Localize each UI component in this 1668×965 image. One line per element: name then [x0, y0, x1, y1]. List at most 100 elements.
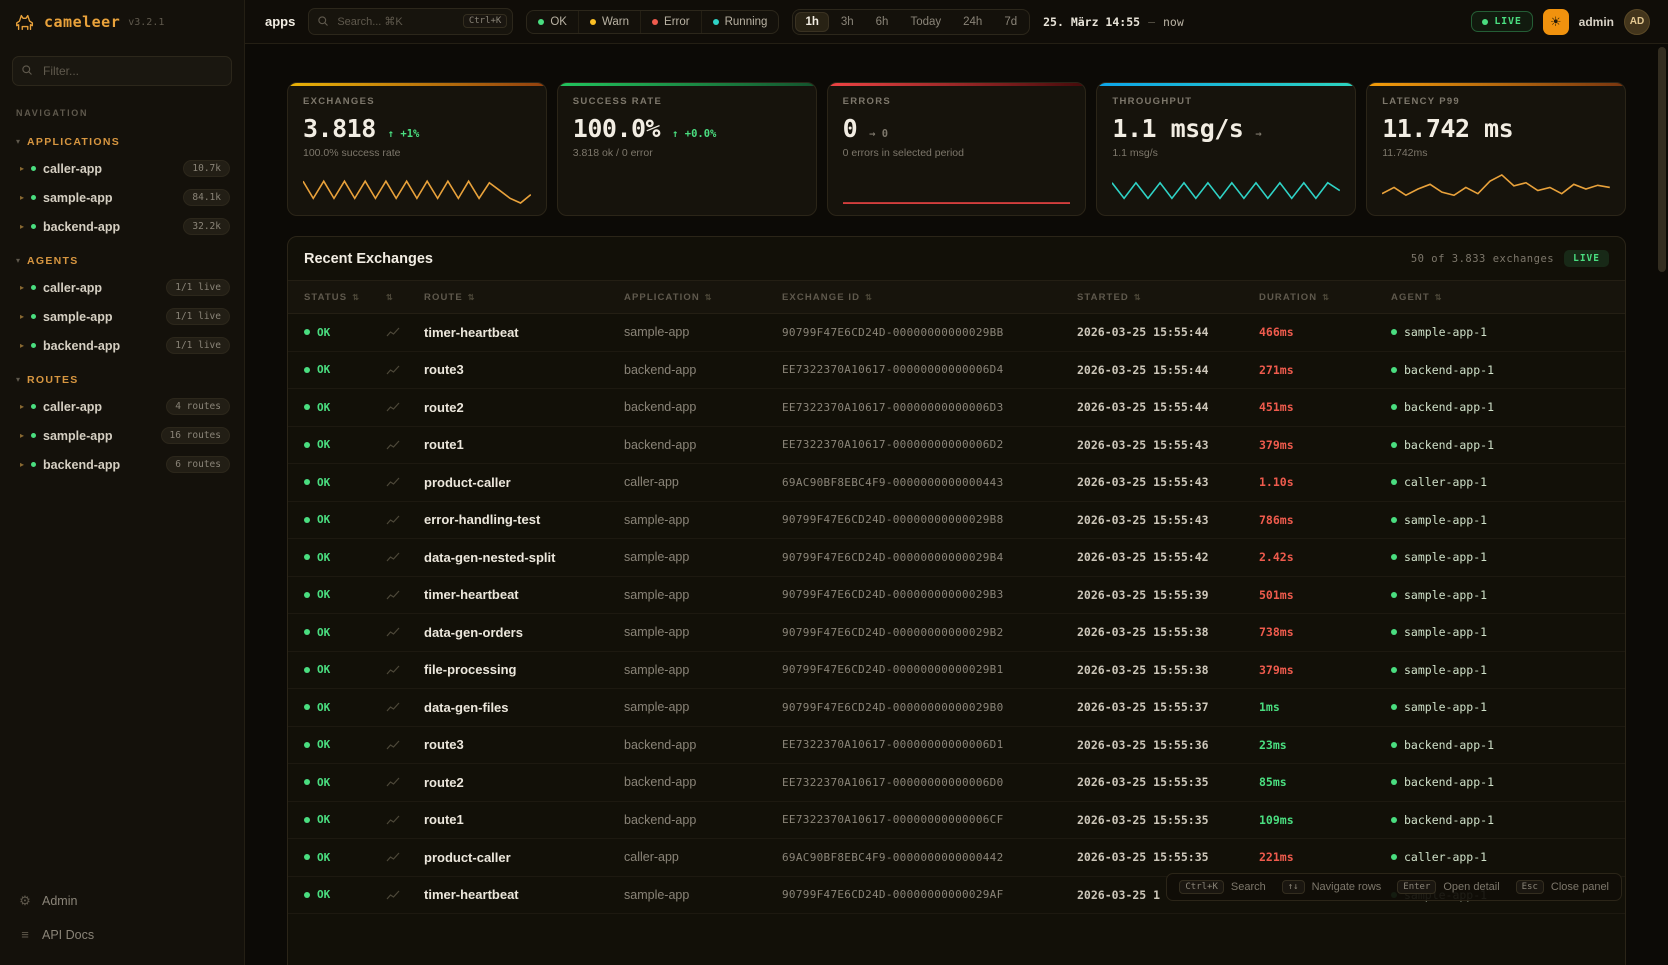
sparkline-chart — [1382, 171, 1610, 207]
status-filter-error[interactable]: Error — [641, 11, 702, 33]
range-button-today[interactable]: Today — [900, 12, 951, 32]
agent-cell: caller-app-1 — [1391, 850, 1609, 864]
sidebar-item-routes-caller-app[interactable]: ▸caller-app4 routes — [0, 392, 244, 421]
table-row[interactable]: OKroute1backend-appEE7322370A10617-00000… — [288, 802, 1625, 840]
trend-cell — [386, 514, 424, 526]
stat-title: EXCHANGES — [303, 96, 531, 107]
date-range[interactable]: 25. März 14:55 — now — [1043, 15, 1184, 29]
hint-key: Esc — [1516, 880, 1544, 894]
stat-value-row: 3.818↑ +1% — [303, 114, 531, 143]
column-header-route[interactable]: ROUTE⇅ — [424, 292, 624, 303]
sidebar-item-label: backend-app — [43, 220, 120, 234]
sidebar-item-api-docs[interactable]: ≡ API Docs — [0, 918, 244, 951]
application-cell: sample-app — [624, 700, 782, 714]
sidebar-filter-input[interactable] — [12, 56, 232, 86]
range-button-6h[interactable]: 6h — [866, 12, 899, 32]
scrollbar-track[interactable] — [1658, 45, 1666, 965]
sidebar-item-agents-sample-app[interactable]: ▸sample-app1/1 live — [0, 302, 244, 331]
trend-icon — [386, 889, 400, 901]
table-row[interactable]: OKroute2backend-appEE7322370A10617-00000… — [288, 389, 1625, 427]
table-row[interactable]: OKtimer-heartbeatsample-app90799F47E6CD2… — [288, 314, 1625, 352]
status-filter-warn[interactable]: Warn — [579, 11, 641, 33]
status-dot-icon — [590, 19, 596, 25]
trend-cell — [386, 364, 424, 376]
scrollbar-thumb[interactable] — [1658, 47, 1666, 272]
camel-logo-icon — [14, 11, 36, 33]
column-header-application[interactable]: APPLICATION⇅ — [624, 292, 782, 303]
trend-icon — [386, 851, 400, 863]
table-row[interactable]: OKroute2backend-appEE7322370A10617-00000… — [288, 764, 1625, 802]
exchange-id-cell: EE7322370A10617-00000000000006D2 — [782, 438, 1077, 451]
sun-icon: ☀ — [1550, 14, 1562, 30]
table-row[interactable]: OKroute3backend-appEE7322370A10617-00000… — [288, 727, 1625, 765]
stat-card-latency-p99: LATENCY P9911.742 ms11.742ms — [1366, 82, 1626, 216]
stat-card-errors: ERRORS0→ 00 errors in selected period — [827, 82, 1087, 216]
started-cell: 2026-03-25 15:55:38 — [1077, 625, 1259, 639]
exchange-id-cell: EE7322370A10617-00000000000006D1 — [782, 738, 1077, 751]
avatar[interactable]: AD — [1624, 9, 1650, 35]
table-row[interactable]: OKdata-gen-nested-splitsample-app90799F4… — [288, 539, 1625, 577]
date-now: now — [1163, 15, 1184, 29]
sidebar-item-label: caller-app — [43, 162, 102, 176]
column-header-duration[interactable]: DURATION ⇅ — [1259, 292, 1391, 303]
sidebar-item-agents-caller-app[interactable]: ▸caller-app1/1 live — [0, 273, 244, 302]
trend-cell — [386, 814, 424, 826]
status-dot-icon — [1391, 442, 1397, 448]
status-filter-running[interactable]: Running — [702, 11, 779, 33]
trend-cell — [386, 476, 424, 488]
hint-key: ↑↓ — [1282, 880, 1305, 894]
topbar-right: LIVE ☀ admin AD — [1471, 9, 1650, 35]
agent-label: backend-app-1 — [1404, 813, 1494, 827]
table-row[interactable]: OKroute3backend-appEE7322370A10617-00000… — [288, 352, 1625, 390]
column-header-exchange-id[interactable]: EXCHANGE ID⇅ — [782, 292, 1077, 303]
sort-icon: ⇅ — [1322, 293, 1330, 302]
nav-section-header-agents[interactable]: ▾AGENTS — [0, 249, 244, 273]
route-cell: route1 — [424, 437, 624, 452]
sidebar-item-routes-backend-app[interactable]: ▸backend-app6 routes — [0, 450, 244, 479]
column-header-started[interactable]: STARTED⇅ — [1077, 292, 1259, 303]
table-row[interactable]: OKerror-handling-testsample-app90799F47E… — [288, 502, 1625, 540]
table-row[interactable]: OKproduct-callercaller-app69AC90BF8EBC4F… — [288, 464, 1625, 502]
column-header-trend[interactable]: ⇅ — [386, 293, 424, 302]
table-row[interactable]: OKproduct-callercaller-app69AC90BF8EBC4F… — [288, 839, 1625, 877]
nav-section-applications: ▾APPLICATIONS▸caller-app10.7k▸sample-app… — [0, 130, 244, 241]
range-button-7d[interactable]: 7d — [994, 12, 1027, 32]
table-row[interactable]: OKdata-gen-filessample-app90799F47E6CD24… — [288, 689, 1625, 727]
range-button-3h[interactable]: 3h — [831, 12, 864, 32]
started-cell: 2026-03-25 15:55:44 — [1077, 325, 1259, 339]
agent-label: sample-app-1 — [1404, 700, 1487, 714]
started-cell: 2026-03-25 15:55:36 — [1077, 738, 1259, 752]
sidebar-item-agents-backend-app[interactable]: ▸backend-app1/1 live — [0, 331, 244, 360]
status-cell: OK — [304, 588, 386, 601]
theme-toggle-button[interactable]: ☀ — [1543, 9, 1569, 35]
sidebar-item-applications-caller-app[interactable]: ▸caller-app10.7k — [0, 154, 244, 183]
range-button-1h[interactable]: 1h — [795, 12, 828, 32]
hint-key: Enter — [1397, 880, 1436, 894]
sidebar-item-badge: 1/1 live — [166, 308, 230, 325]
sidebar-item-applications-sample-app[interactable]: ▸sample-app84.1k — [0, 183, 244, 212]
column-header-status[interactable]: STATUS⇅ — [304, 292, 386, 303]
status-label: OK — [317, 663, 330, 676]
chevron-right-icon: ▸ — [20, 194, 24, 202]
trend-cell — [386, 626, 424, 638]
table-row[interactable]: OKroute1backend-appEE7322370A10617-00000… — [288, 427, 1625, 465]
agent-cell: backend-app-1 — [1391, 400, 1609, 414]
column-header-agent[interactable]: AGENT⇅ — [1391, 292, 1609, 303]
sidebar-item-routes-sample-app[interactable]: ▸sample-app16 routes — [0, 421, 244, 450]
status-label: OK — [317, 701, 330, 714]
sidebar-item-applications-backend-app[interactable]: ▸backend-app32.2k — [0, 212, 244, 241]
stat-value: 11.742 ms — [1382, 114, 1513, 143]
nav-section-header-applications[interactable]: ▾APPLICATIONS — [0, 130, 244, 154]
table-row[interactable]: OKdata-gen-orderssample-app90799F47E6CD2… — [288, 614, 1625, 652]
status-filter-ok[interactable]: OK — [527, 11, 579, 33]
stat-title: SUCCESS RATE — [573, 96, 801, 107]
live-toggle[interactable]: LIVE — [1471, 11, 1532, 32]
column-label: DURATION — [1259, 292, 1317, 303]
nav-section-header-routes[interactable]: ▾ROUTES — [0, 368, 244, 392]
range-button-24h[interactable]: 24h — [953, 12, 992, 32]
route-cell: data-gen-orders — [424, 625, 624, 640]
agent-label: backend-app-1 — [1404, 400, 1494, 414]
table-row[interactable]: OKtimer-heartbeatsample-app90799F47E6CD2… — [288, 577, 1625, 615]
sidebar-item-admin[interactable]: ⚙ Admin — [0, 884, 244, 918]
table-row[interactable]: OKfile-processingsample-app90799F47E6CD2… — [288, 652, 1625, 690]
